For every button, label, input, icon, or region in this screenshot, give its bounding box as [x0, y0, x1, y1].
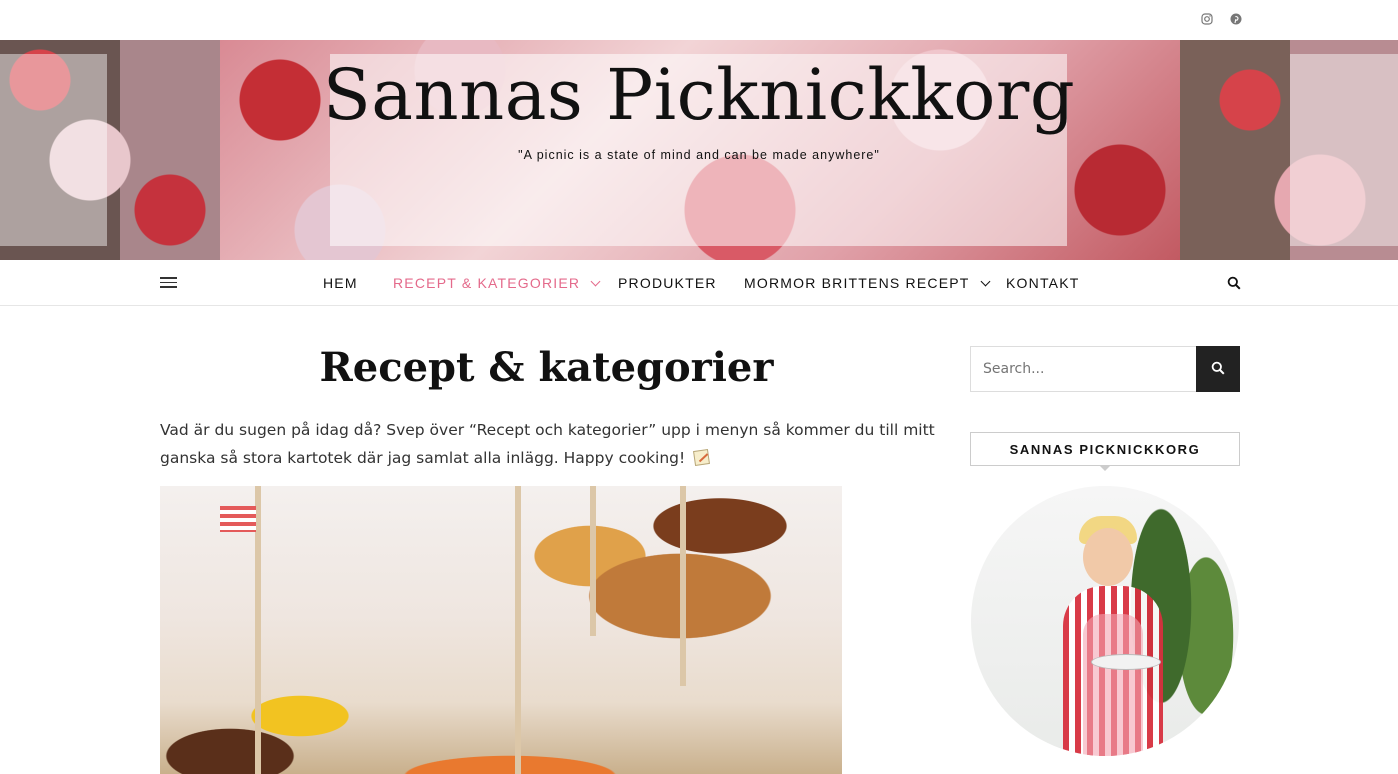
search-icon[interactable] [1227, 276, 1241, 290]
site-title[interactable]: Sannas Picknickkorg [0, 54, 1398, 136]
nav-item-produkter[interactable]: PRODUKTER [618, 275, 717, 291]
nav-item-recept-kategorier[interactable]: RECEPT & KATEGORIER [393, 275, 601, 291]
pinterest-icon[interactable] [1229, 12, 1243, 26]
intro-text: Vad är du sugen på idag då? Svep över “R… [160, 421, 935, 467]
memo-icon [693, 449, 711, 466]
chevron-down-icon [980, 276, 990, 287]
instagram-icon[interactable] [1200, 12, 1214, 26]
sidebar-search-button[interactable] [1196, 346, 1240, 392]
widget-title: SANNAS PICKNICKKORG [970, 432, 1240, 466]
nav-item-kontakt[interactable]: KONTAKT [1006, 275, 1079, 291]
chevron-down-icon [590, 276, 601, 287]
hero-image[interactable] [160, 486, 842, 774]
nav-item-mormor-brittens-recept[interactable]: MORMOR BRITTENS RECEPT [744, 275, 990, 291]
hamburger-menu-icon[interactable] [160, 277, 177, 289]
page-title: Recept & kategorier [319, 344, 774, 391]
search-icon [1211, 361, 1225, 375]
nav-item-hem[interactable]: HEM [323, 275, 358, 291]
site-tagline: "A picnic is a state of mind and can be … [518, 148, 880, 162]
sidebar-search-input[interactable] [970, 346, 1197, 392]
top-bar [0, 0, 1398, 40]
main-nav: HEM RECEPT & KATEGORIER PRODUKTER MORMOR… [0, 260, 1398, 306]
profile-avatar [971, 486, 1239, 756]
